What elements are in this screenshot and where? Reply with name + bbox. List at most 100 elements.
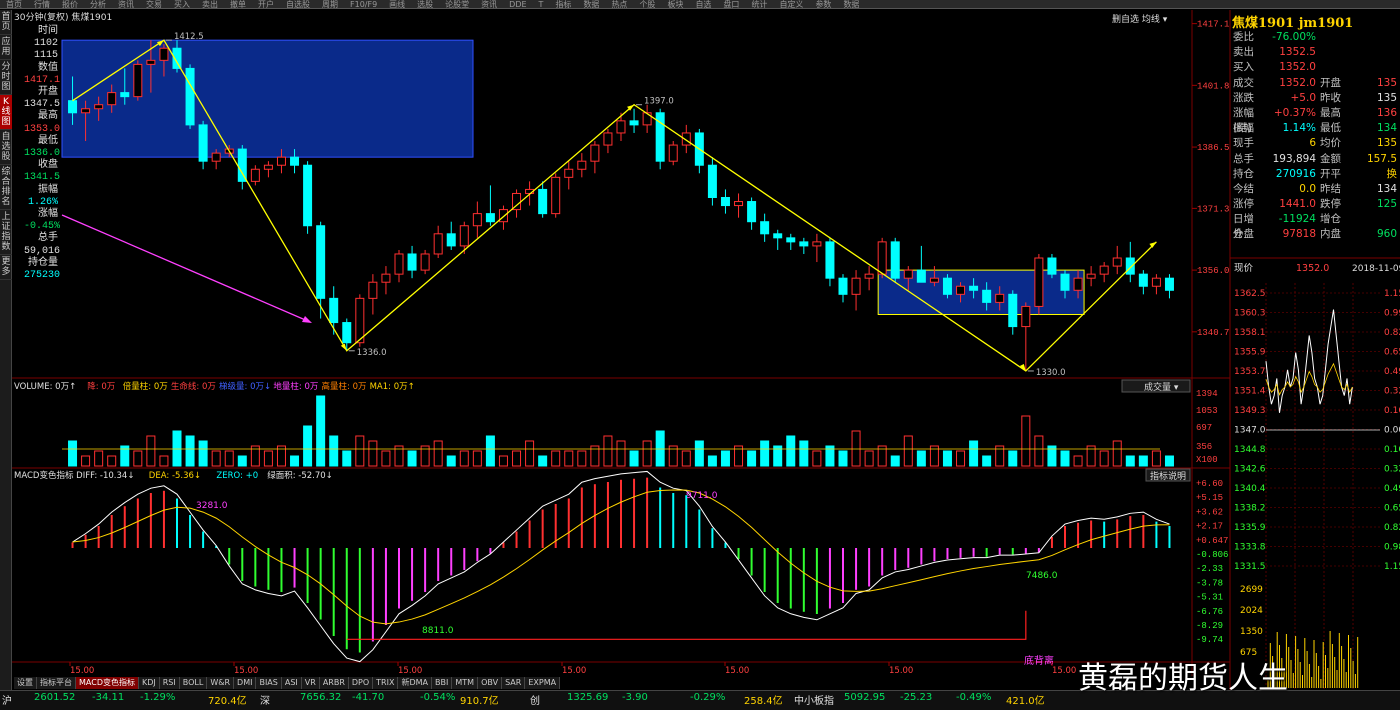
quote-label: 买入	[1233, 61, 1254, 74]
candle	[551, 176, 561, 215]
candle	[1099, 265, 1109, 275]
candle	[1086, 273, 1096, 279]
volume-bar	[616, 440, 626, 467]
indicator-tab[interactable]: VR	[301, 677, 320, 689]
quote-value: 135	[1376, 137, 1397, 150]
candle	[211, 152, 221, 162]
volume-bar	[760, 440, 770, 467]
quote-label: 成交	[1233, 76, 1254, 89]
indicator-tab[interactable]: SAR	[502, 677, 526, 689]
indicator-tab[interactable]: EXPMA	[525, 677, 561, 689]
indicator-tab[interactable]: BBI	[432, 677, 453, 689]
volume-bar	[1034, 435, 1044, 467]
volume-bar	[982, 455, 992, 467]
status-value: 沪	[2, 696, 12, 707]
quote-row: 买入 1352.0	[1233, 60, 1400, 75]
quote-label: 外盘	[1233, 228, 1254, 241]
quote-row: 委比 -76.00%	[1233, 30, 1400, 45]
intraday-axis-label: 1353.7	[1234, 367, 1266, 377]
candle	[603, 132, 613, 146]
quote-label: 开盘	[1320, 76, 1341, 89]
quote-row: 总手 193,894 金额 157.5	[1233, 152, 1400, 167]
time-axis-label: 15.00	[234, 666, 258, 676]
macd-axis-label: -5.31	[1196, 593, 1223, 603]
indicator-tab[interactable]: 新DMA	[398, 677, 433, 689]
indicator-tab[interactable]: BIAS	[256, 677, 282, 689]
quote-value: 1.14%	[1282, 122, 1316, 135]
intraday-vol-label: 2024	[1240, 606, 1263, 616]
indicator-tab[interactable]: ASI	[281, 677, 302, 689]
volume-bar	[433, 440, 443, 467]
quote-row: 持仓 270916 开平 换	[1233, 167, 1400, 182]
volume-bar	[355, 435, 365, 467]
intraday-axis-label: 1344.8	[1234, 445, 1266, 455]
volume-bar	[916, 450, 926, 467]
candle	[1021, 305, 1031, 328]
candle	[368, 281, 378, 299]
volume-bar	[1021, 415, 1031, 467]
indicator-tab[interactable]: OBV	[478, 677, 503, 689]
candle	[629, 120, 639, 126]
trend-arrow	[61, 214, 311, 323]
indicator-tab[interactable]: 指标平台	[37, 677, 76, 689]
indicator-tab[interactable]: RSI	[159, 677, 180, 689]
candle	[276, 156, 286, 166]
candle	[381, 273, 391, 283]
candle	[1151, 277, 1161, 287]
volume-axis-label: X100	[1196, 455, 1218, 465]
quote-label: 现手	[1233, 137, 1254, 150]
candle	[903, 269, 913, 279]
volume-bar	[1112, 440, 1122, 467]
indicator-tab[interactable]: 设置	[14, 677, 37, 689]
intraday-axis-label: 1333.8	[1234, 543, 1266, 553]
status-value: 创	[530, 696, 540, 707]
candle	[133, 63, 143, 98]
macd-axis-label: +6.60	[1196, 479, 1223, 489]
indicator-tab[interactable]: DMI	[234, 677, 257, 689]
quote-value: +0.37%	[1273, 106, 1316, 119]
volume-bar	[564, 450, 574, 467]
candle	[290, 156, 300, 166]
volume-bar	[629, 450, 639, 467]
volume-legend-item: 地量柱: 0万	[273, 381, 318, 392]
volume-bar	[525, 440, 535, 467]
indicator-tab[interactable]: BOLL	[179, 677, 208, 689]
indicator-tab[interactable]: MTM	[452, 677, 479, 689]
status-value: 2601.52	[34, 692, 76, 703]
status-value: 7656.32	[300, 692, 342, 703]
volume-bar	[1164, 455, 1174, 467]
quote-label: 金额	[1320, 152, 1341, 165]
quote-label: 最低	[1320, 122, 1341, 135]
intraday-axis-label: 0.32	[1384, 465, 1400, 475]
indicator-tab[interactable]: MACD变色指标	[76, 677, 139, 689]
candle	[68, 100, 78, 114]
price-axis-label: 1371.3	[1197, 204, 1229, 214]
indicator-tab[interactable]: KDJ	[138, 677, 160, 689]
volume-legend-item: 降: 0万	[87, 381, 115, 392]
volume-bar	[538, 455, 548, 467]
volume-bar	[1099, 450, 1109, 467]
quote-value: 960	[1376, 228, 1397, 241]
macd-axis-label: -9.74	[1196, 635, 1223, 645]
volume-bar	[694, 440, 704, 467]
indicator-tab[interactable]: DPO	[348, 677, 374, 689]
macd-axis-label: +0.647	[1196, 536, 1228, 546]
indicator-tab[interactable]: TRIX	[373, 677, 399, 689]
quote-row: 卖出 1352.5	[1233, 45, 1400, 60]
quote-label: 涨幅(结)	[1233, 106, 1254, 134]
volume-legend-item: 高量柱: 0万	[322, 381, 367, 392]
quote-row: 涨跌 +5.0 昨收 135	[1233, 91, 1400, 106]
volume-bar	[329, 435, 339, 467]
volume-bar	[446, 455, 456, 467]
macd-label: 8811.0	[422, 626, 454, 636]
volume-bar	[1138, 455, 1148, 467]
quote-label: 涨跌	[1233, 91, 1254, 104]
volume-legend-item: 倍量柱: 0万	[123, 381, 168, 392]
volume-bar	[577, 450, 587, 467]
chart-canvas[interactable]: 1417.1 1401.8 1386.5 1371.3 1356.0 1340.7 1412…	[0, 0, 1400, 690]
quote-label: 总手	[1233, 152, 1254, 165]
indicator-tab[interactable]: W&R	[207, 677, 235, 689]
indicator-tab[interactable]: ARBR	[319, 677, 349, 689]
status-value: -1.29%	[140, 692, 176, 703]
volume-legend-item: VOLUME: 0万↑	[14, 382, 76, 392]
